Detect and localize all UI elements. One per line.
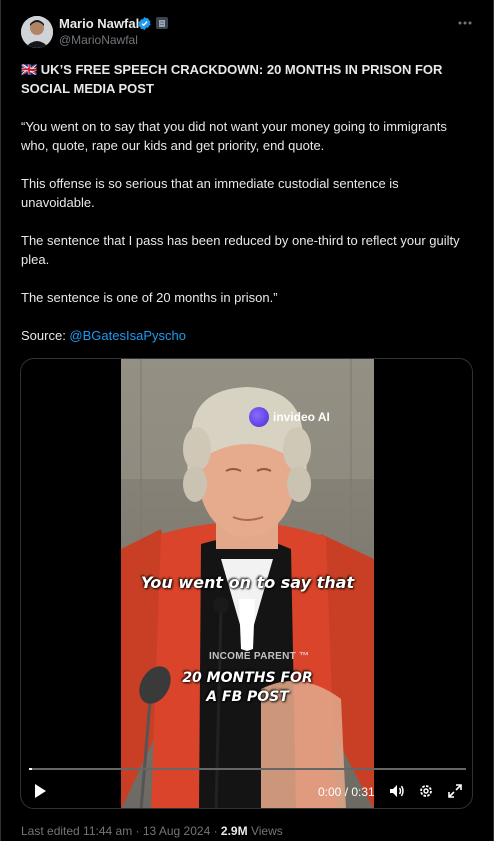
verified-badge-icon	[138, 16, 151, 31]
video-progress-bar[interactable]	[29, 768, 466, 770]
source-label: Source:	[21, 328, 70, 343]
views-label: Views	[247, 824, 283, 838]
play-icon[interactable]	[33, 783, 47, 799]
fullscreen-icon[interactable]	[447, 783, 463, 799]
invideo-logo-icon	[249, 407, 269, 427]
source-line: Source: @BGatesIsaPyscho	[21, 326, 476, 345]
video-caption-bottom: 20 MONTHS FOR A FB POST	[121, 669, 374, 707]
video-time: 0:00 / 0:31	[318, 785, 375, 799]
invideo-watermark: invideo AI	[249, 407, 330, 427]
brand-watermark: INCOME PARENT ™	[209, 651, 310, 662]
tweet-footer: Last edited 11:44 am · 13 Aug 2024 · 2.9…	[21, 824, 283, 838]
video-caption-line: 20 MONTHS FOR	[182, 670, 313, 686]
edited-timestamp[interactable]: Last edited 11:44 am · 13 Aug 2024 ·	[21, 824, 221, 838]
settings-icon[interactable]	[418, 783, 434, 799]
video-caption-line: A FB POST	[206, 689, 289, 705]
tweet-paragraph: The sentence that I pass has been reduce…	[21, 233, 460, 267]
tweet-container: Mario Nawfal @MarioNawfal 🇬🇧 UK’S FREE S…	[0, 0, 494, 841]
tweet-paragraph: “You went on to say that you did not wan…	[21, 119, 447, 153]
source-link[interactable]: @BGatesIsaPyscho	[69, 328, 186, 343]
video-progress-fill	[29, 768, 33, 770]
author-name[interactable]: Mario Nawfal	[59, 16, 139, 31]
affiliate-badge-icon	[156, 17, 168, 29]
author-handle[interactable]: @MarioNawfal	[59, 33, 138, 47]
tweet-headline: 🇬🇧 UK’S FREE SPEECH CRACKDOWN: 20 MONTHS…	[21, 62, 443, 96]
more-options-icon[interactable]	[458, 18, 472, 28]
invideo-watermark-text: invideo AI	[273, 410, 330, 424]
views-count: 2.9M	[220, 824, 248, 838]
volume-icon[interactable]	[389, 783, 405, 799]
video-caption-top: You went on to say that	[140, 573, 355, 592]
tweet-paragraph: The sentence is one of 20 months in pris…	[21, 290, 278, 305]
tweet-text: 🇬🇧 UK’S FREE SPEECH CRACKDOWN: 20 MONTHS…	[21, 60, 476, 345]
tweet-paragraph: This offense is so serious that an immed…	[21, 176, 399, 210]
video-frame[interactable]: invideo AI You went on to say that INCOM…	[121, 359, 374, 808]
avatar[interactable]	[21, 16, 53, 48]
video-player[interactable]: invideo AI You went on to say that INCOM…	[20, 358, 473, 809]
